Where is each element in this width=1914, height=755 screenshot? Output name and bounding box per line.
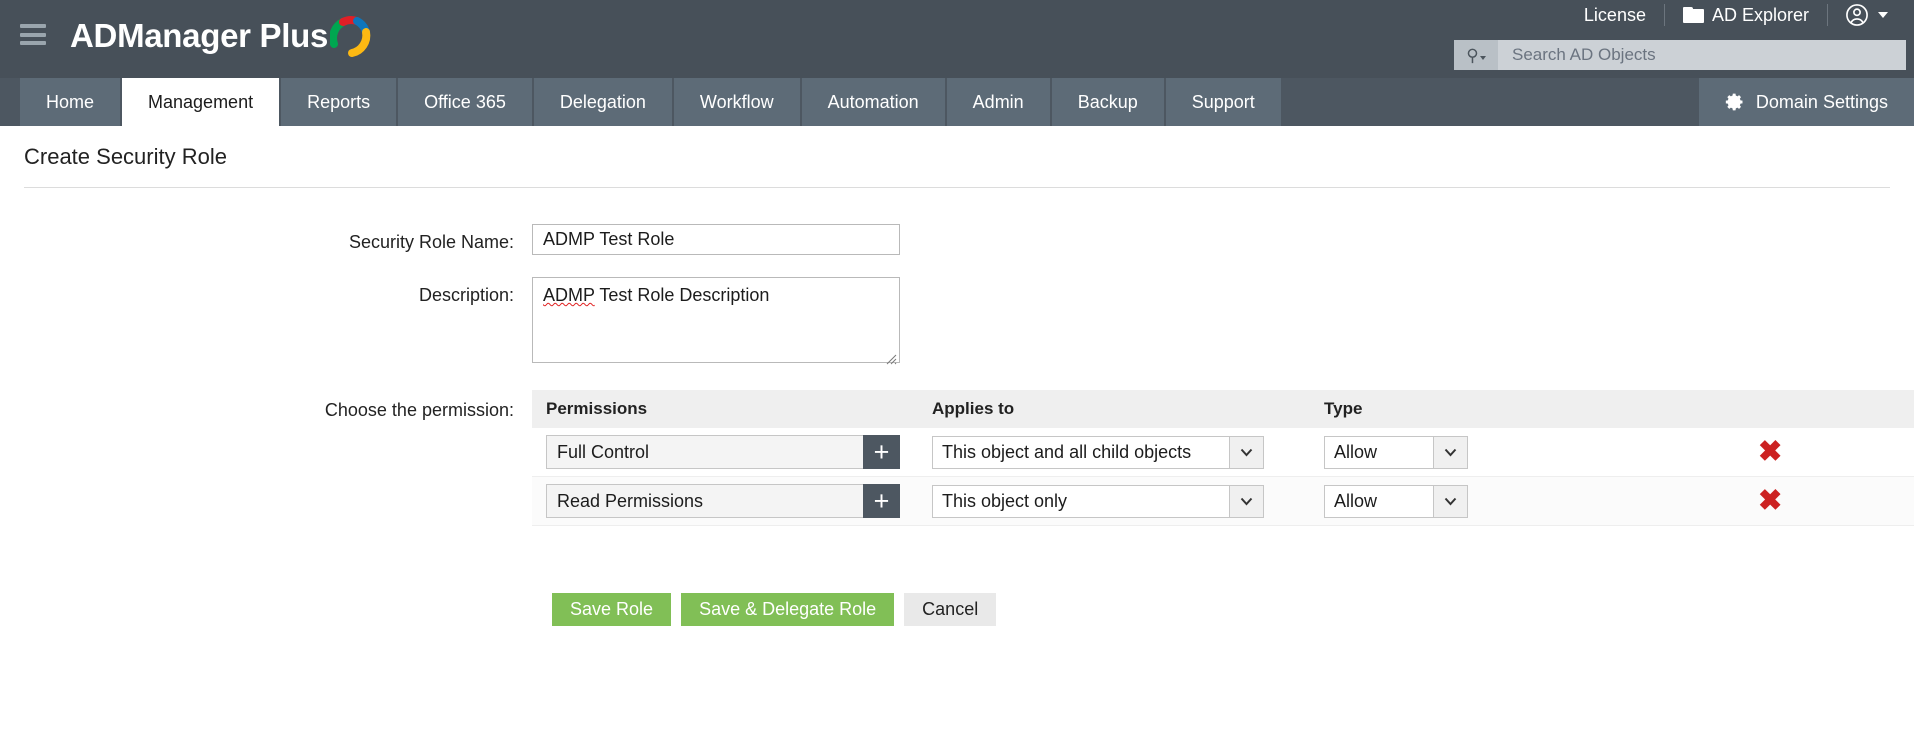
nav-tab-workflow[interactable]: Workflow (674, 78, 802, 126)
brand-name: ADManager Plus (70, 19, 328, 52)
column-header-type: Type (1310, 399, 1562, 419)
cell-type: Allow (1310, 485, 1562, 518)
applies-to-value: This object only (932, 485, 1229, 518)
delete-row-icon[interactable]: ✖ (1758, 487, 1782, 516)
nav-tab-delegation[interactable]: Delegation (534, 78, 674, 126)
choose-permission-label: Choose the permission: (0, 390, 532, 421)
field-row-permissions: Choose the permission: Permissions Appli… (0, 390, 1914, 526)
description-textarea[interactable] (532, 277, 900, 363)
search-icon: ⚲ (1466, 47, 1478, 64)
nav-tab-admin[interactable]: Admin (947, 78, 1052, 126)
description-field-wrap: ADMP Test Role Description (532, 277, 900, 368)
applies-to-dropdown[interactable]: This object only (932, 485, 1264, 518)
plus-icon[interactable]: + (863, 435, 900, 469)
permission-picker: + (546, 484, 900, 518)
domain-settings-label: Domain Settings (1756, 92, 1888, 113)
nav-tab-home[interactable]: Home (20, 78, 122, 126)
table-row: + This object and all child objects (532, 428, 1914, 477)
header-utility-nav: License AD Explorer (1566, 0, 1906, 30)
chevron-down-icon[interactable] (1433, 485, 1468, 518)
create-security-role-form: Security Role Name: Description: ADMP Te… (0, 188, 1914, 626)
save-delegate-role-button[interactable]: Save & Delegate Role (681, 593, 894, 626)
chevron-down-icon (1480, 56, 1486, 60)
account-menu[interactable] (1828, 1, 1906, 29)
gear-icon (1725, 92, 1745, 112)
field-row-description: Description: ADMP Test Role Description (0, 277, 1914, 368)
nav-tab-automation[interactable]: Automation (802, 78, 947, 126)
column-header-applies-to: Applies to (918, 399, 1310, 419)
search-bar: ⚲ (1454, 40, 1906, 70)
main-navigation: Home Management Reports Office 365 Deleg… (0, 78, 1914, 126)
delete-row-icon[interactable]: ✖ (1758, 438, 1782, 467)
permission-picker: + (546, 435, 900, 469)
page-content: Create Security Role Security Role Name:… (0, 126, 1914, 755)
admanager-swirl-icon (330, 12, 372, 58)
permission-input[interactable] (546, 484, 863, 518)
permission-input[interactable] (546, 435, 863, 469)
ad-explorer-label: AD Explorer (1712, 5, 1809, 26)
cell-permission: + (532, 435, 918, 469)
applies-to-value: This object and all child objects (932, 436, 1229, 469)
description-label: Description: (0, 277, 532, 306)
user-account-icon (1846, 4, 1868, 26)
cancel-button[interactable]: Cancel (904, 593, 996, 626)
license-link[interactable]: License (1566, 1, 1664, 29)
search-input[interactable] (1498, 44, 1906, 66)
search-scope-button[interactable]: ⚲ (1454, 40, 1498, 70)
app-header: ADManager Plus License AD Explorer (0, 0, 1914, 78)
type-value: Allow (1324, 485, 1433, 518)
type-dropdown[interactable]: Allow (1324, 436, 1468, 469)
nav-tab-support[interactable]: Support (1166, 78, 1283, 126)
field-row-role-name: Security Role Name: (0, 224, 1914, 255)
nav-tab-management[interactable]: Management (122, 78, 281, 126)
form-actions: Save Role Save & Delegate Role Cancel (0, 593, 1914, 626)
cell-applies-to: This object and all child objects (918, 436, 1310, 469)
license-label: License (1584, 5, 1646, 26)
plus-icon[interactable]: + (863, 484, 900, 518)
brand-logo: ADManager Plus (70, 12, 372, 58)
role-name-input[interactable] (532, 224, 900, 255)
chevron-down-icon[interactable] (1229, 436, 1264, 469)
nav-tab-reports[interactable]: Reports (281, 78, 398, 126)
cell-delete: ✖ (1562, 438, 1914, 467)
table-row: + This object only Allow (532, 477, 1914, 526)
chevron-down-icon[interactable] (1229, 485, 1264, 518)
nav-tab-backup[interactable]: Backup (1052, 78, 1166, 126)
cell-applies-to: This object only (918, 485, 1310, 518)
chevron-down-icon[interactable] (1433, 436, 1468, 469)
hamburger-menu-icon[interactable] (20, 24, 46, 45)
domain-settings-button[interactable]: Domain Settings (1697, 78, 1914, 126)
table-header-row: Permissions Applies to Type (532, 390, 1914, 428)
cell-delete: ✖ (1562, 487, 1914, 516)
column-header-permissions: Permissions (532, 399, 918, 419)
cell-permission: + (532, 484, 918, 518)
nav-tab-office365[interactable]: Office 365 (398, 78, 534, 126)
chevron-down-icon (1878, 12, 1888, 18)
role-name-label: Security Role Name: (0, 224, 532, 253)
folder-icon (1683, 7, 1704, 23)
ad-explorer-link[interactable]: AD Explorer (1665, 1, 1827, 29)
page-title: Create Security Role (0, 126, 1914, 170)
cell-type: Allow (1310, 436, 1562, 469)
type-dropdown[interactable]: Allow (1324, 485, 1468, 518)
type-value: Allow (1324, 436, 1433, 469)
save-role-button[interactable]: Save Role (552, 593, 671, 626)
applies-to-dropdown[interactable]: This object and all child objects (932, 436, 1264, 469)
permissions-table: Permissions Applies to Type + (532, 390, 1914, 526)
